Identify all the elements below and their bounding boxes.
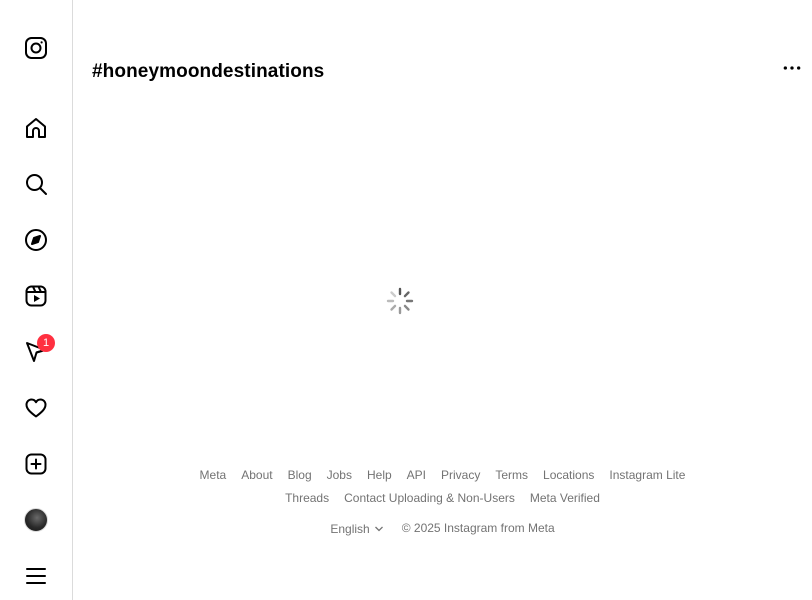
footer-link-contact-uploading[interactable]: Contact Uploading & Non-Users xyxy=(344,487,515,510)
instagram-logo-icon[interactable] xyxy=(22,34,50,62)
footer-link-meta[interactable]: Meta xyxy=(200,464,227,487)
footer-bottom: English © 2025 Instagram from Meta xyxy=(73,521,812,536)
compass-icon[interactable] xyxy=(22,226,50,254)
footer-link-privacy[interactable]: Privacy xyxy=(441,464,480,487)
footer-link-threads[interactable]: Threads xyxy=(285,487,329,510)
search-icon[interactable] xyxy=(22,170,50,198)
footer-link-about[interactable]: About xyxy=(241,464,272,487)
footer-link-meta-verified[interactable]: Meta Verified xyxy=(530,487,600,510)
loading-spinner-icon xyxy=(384,285,416,317)
profile-avatar[interactable] xyxy=(22,506,50,534)
language-label: English xyxy=(330,522,370,536)
menu-icon[interactable] xyxy=(22,562,50,590)
footer-links: Meta About Blog Jobs Help API Privacy Te… xyxy=(73,464,812,510)
plus-square-icon[interactable] xyxy=(22,450,50,478)
footer-link-jobs[interactable]: Jobs xyxy=(327,464,352,487)
home-icon[interactable] xyxy=(22,114,50,142)
sidebar-nav: 1 xyxy=(0,0,73,600)
more-options-button[interactable] xyxy=(778,56,806,80)
footer-link-locations[interactable]: Locations xyxy=(543,464,594,487)
more-horizontal-icon xyxy=(783,66,801,70)
language-select[interactable]: English xyxy=(330,522,383,536)
reels-icon[interactable] xyxy=(22,282,50,310)
footer-link-blog[interactable]: Blog xyxy=(288,464,312,487)
messages-badge: 1 xyxy=(37,334,55,352)
footer-link-terms[interactable]: Terms xyxy=(495,464,528,487)
footer-link-instagram-lite[interactable]: Instagram Lite xyxy=(609,464,685,487)
footer-link-api[interactable]: API xyxy=(407,464,426,487)
footer-link-help[interactable]: Help xyxy=(367,464,392,487)
heart-icon[interactable] xyxy=(22,394,50,422)
chevron-down-icon xyxy=(374,526,383,532)
avatar xyxy=(24,508,48,532)
page-title: #honeymoondestinations xyxy=(92,61,325,82)
copyright-text: © 2025 Instagram from Meta xyxy=(401,521,555,535)
